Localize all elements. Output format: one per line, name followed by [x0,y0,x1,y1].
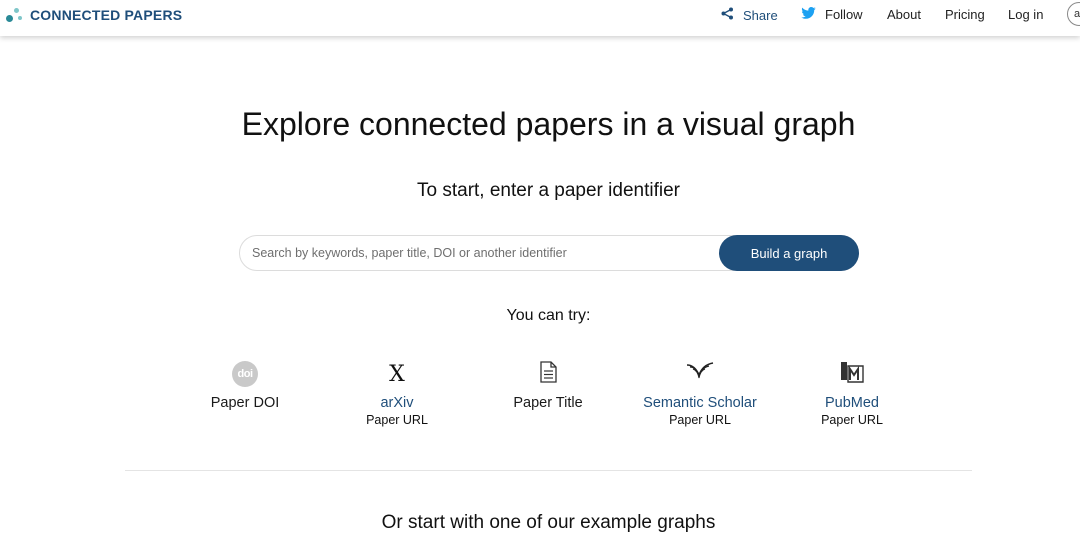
option-title[interactable]: PubMed [777,395,927,412]
option-paper-doi[interactable]: doi Paper DOI [170,358,320,412]
brand-name: CONNECTED PAPERS [30,7,183,23]
follow-link[interactable]: Follow [801,7,863,22]
search-input[interactable] [252,236,712,270]
share-label: Share [743,7,778,23]
login-link[interactable]: Log in [1008,7,1043,22]
option-pubmed[interactable]: PubMed Paper URL [777,358,927,429]
document-icon [539,360,557,388]
share-link[interactable]: Share [721,7,778,23]
doi-icon: doi [232,361,258,387]
option-subtitle: Paper URL [821,413,883,427]
top-navigation-bar: CONNECTED PAPERS Share Follow About Pric… [0,0,1080,36]
connected-papers-logo-icon [6,6,24,24]
option-subtitle: Paper URL [366,413,428,427]
option-title[interactable]: arXiv [322,395,472,412]
share-icon [721,7,734,23]
option-subtitle: Paper URL [669,413,731,427]
example-graphs-heading: Or start with one of our example graphs [381,512,716,533]
try-label: You can try: [506,307,591,324]
pricing-link[interactable]: Pricing [945,7,985,22]
option-title: Paper Title [513,395,583,411]
page-title: Explore connected papers in a visual gra… [241,106,856,142]
arxiv-icon: X [389,361,405,387]
option-semantic-scholar[interactable]: Semantic Scholar Paper URL [625,358,775,429]
page-subtitle: To start, enter a paper identifier [417,180,680,201]
section-divider [125,470,972,471]
option-title: Paper DOI [210,395,280,411]
option-title[interactable]: Semantic Scholar [625,395,775,412]
account-avatar[interactable]: a [1067,2,1080,26]
brand-logo-link[interactable]: CONNECTED PAPERS [6,6,182,24]
follow-label: Follow [825,7,863,22]
option-arxiv[interactable]: X arXiv Paper URL [322,358,472,429]
about-link[interactable]: About [887,7,921,22]
semantic-scholar-icon [686,361,714,388]
build-graph-button[interactable]: Build a graph [719,235,859,271]
pubmed-icon [839,360,865,389]
option-paper-title[interactable]: Paper Title [473,358,623,412]
twitter-icon [801,7,816,22]
